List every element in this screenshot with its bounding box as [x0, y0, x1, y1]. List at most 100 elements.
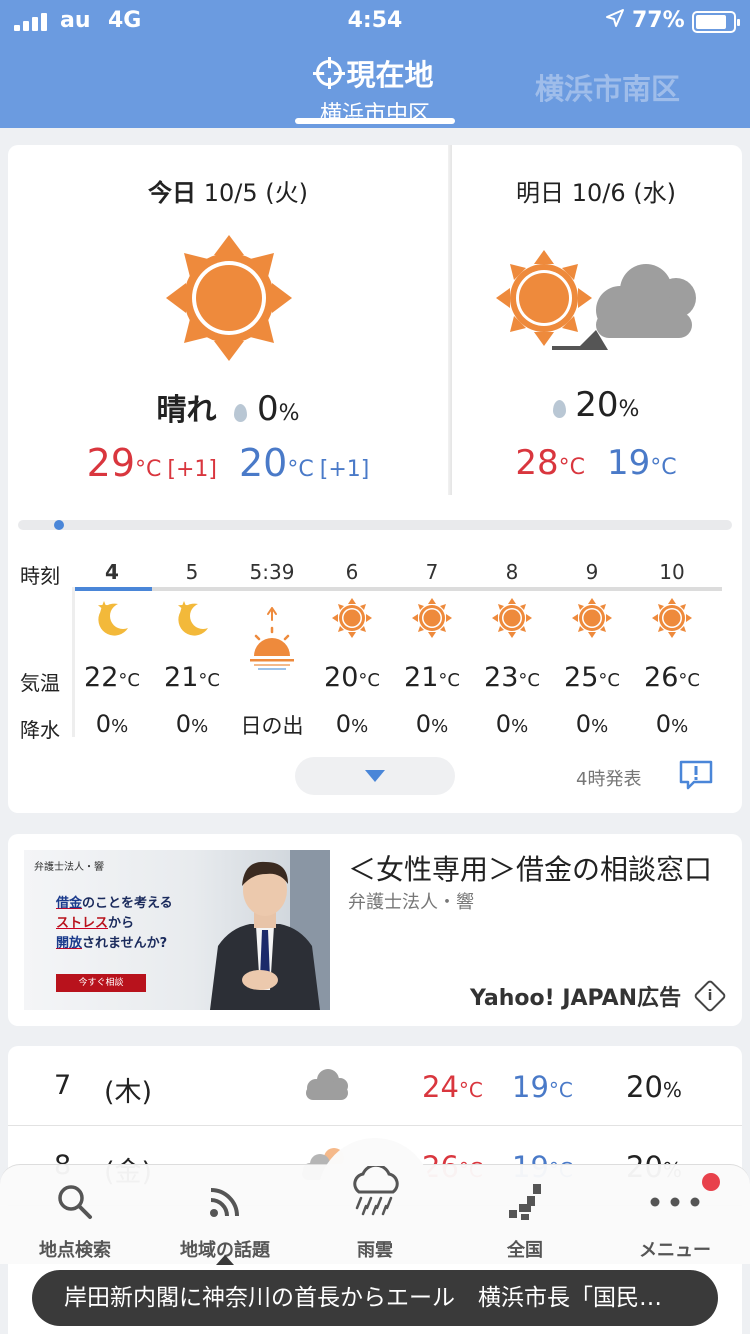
row-label-time: 時刻 [20, 564, 60, 588]
tab-minami-ku[interactable]: 横浜市南区 [530, 66, 685, 108]
weekly-precip: 20% [626, 1070, 682, 1104]
location-arrow-icon [605, 8, 625, 34]
moon-icon [92, 598, 132, 638]
sun-then-cloudy-icon [496, 250, 696, 350]
tomorrow-date: 10/6 (水) [571, 179, 676, 207]
crosshair-icon [313, 57, 346, 89]
hourly-column: 5:39 日の出 [232, 550, 312, 740]
nav-item-4[interactable]: 全国 [450, 1170, 600, 1261]
weekly-day: 7 [54, 1070, 72, 1101]
cloud-icon [300, 1064, 350, 1106]
hourly-scrubber[interactable] [18, 520, 732, 530]
tomorrow-panel: 明日 10/6 (水) 20% 28°C 19°C [450, 145, 742, 495]
scrubber-knob[interactable] [54, 520, 64, 530]
hourly-column: 8 23°C 0% [472, 550, 552, 740]
app-header: au 4G 4:54 77% 現在地 横浜市中区 横浜市南区 [0, 0, 750, 128]
hour-precip: 0% [95, 710, 129, 738]
expand-hourly-button[interactable] [295, 757, 455, 795]
nav-item-3[interactable]: 雨雲 [300, 1163, 450, 1261]
today-low: 20°C [+1] [239, 441, 370, 485]
hourly-column: 10 26°C 0% [632, 550, 712, 740]
status-bar: au 4G 4:54 77% [0, 6, 750, 36]
hour-temp: 21°C [404, 662, 460, 693]
hour-precip: 0% [335, 710, 369, 738]
battery-icon [692, 11, 740, 33]
ad-advertiser: 弁護士法人・響 [348, 892, 474, 913]
hour-precip: 0% [175, 710, 209, 738]
rain-cloud-icon [345, 1163, 405, 1218]
ad-source: Yahoo! JAPAN広告 [470, 986, 682, 1011]
ad-cta: 今すぐ相談 [56, 974, 146, 992]
hour-label: 7 [425, 560, 439, 584]
today-label: 今日 [148, 179, 197, 207]
today-precip: 0% [234, 389, 300, 429]
today-high: 29°C [+1] [86, 441, 217, 485]
today-title: 今日 10/5 (火) [8, 173, 448, 208]
ad-logo: 弁護士法人・響 [34, 862, 104, 873]
hourly-column: 7 21°C 0% [392, 550, 472, 740]
battery-percent: 77% [632, 8, 685, 33]
row-label-precip: 降水 [20, 718, 60, 742]
forecast-card: 今日 10/5 (火) 晴れ 0% 29°C [+1] 20°C[+1] 明日 … [8, 145, 742, 813]
ticker-pointer [216, 1255, 234, 1265]
hour-label: 6 [345, 560, 359, 584]
nav-item-1[interactable]: 地点検索 [0, 1170, 150, 1261]
weekly-row[interactable]: 7 (木) 24°C 19°C 20% [8, 1046, 742, 1126]
hour-label: 9 [585, 560, 599, 584]
ad-title[interactable]: ＜女性専用＞借金の相談窓口 [348, 848, 712, 888]
search-icon [55, 1182, 95, 1222]
sun-icon [166, 235, 292, 361]
hour-temp: 26°C [644, 662, 700, 693]
sun-icon [332, 598, 372, 638]
report-icon[interactable] [678, 759, 714, 791]
hour-temp: 21°C [164, 662, 220, 693]
weekly-high: 24°C [422, 1070, 483, 1104]
sunrise-icon [244, 606, 300, 676]
nav-item-5[interactable]: メニュー [600, 1170, 750, 1261]
hour-temp: 25°C [564, 662, 620, 693]
today-panel: 今日 10/5 (火) 晴れ 0% 29°C [+1] 20°C[+1] [8, 145, 448, 495]
hourly-column: 9 25°C 0% [552, 550, 632, 740]
japan-map-icon [505, 1182, 545, 1222]
hour-precip: 0% [415, 710, 449, 738]
ad-info-icon[interactable]: i [693, 979, 727, 1013]
hour-precip: 0% [495, 710, 529, 738]
hour-label: 8 [505, 560, 519, 584]
hourly-column: 4 22°C 0% [72, 550, 152, 740]
news-ticker[interactable]: 岸田新内閣に神奈川の首長からエール 横浜市長「国民… [32, 1270, 718, 1326]
hour-label: 5 [185, 560, 199, 584]
rss-icon [205, 1182, 245, 1222]
hour-label: 4 [105, 560, 119, 584]
tomorrow-high: 28°C [515, 443, 585, 483]
sun-icon [412, 598, 452, 638]
ad-copy: 借金のことを考える ストレスから 開放されませんか? [56, 896, 173, 951]
ad-image[interactable]: 弁護士法人・響 借金のことを考える ストレスから 開放されませんか? 今すぐ相談 [24, 850, 330, 1010]
raindrop-icon [552, 400, 566, 418]
tomorrow-label: 明日 [516, 179, 565, 207]
ad-card[interactable]: 弁護士法人・響 借金のことを考える ストレスから 開放されませんか? 今すぐ相談… [8, 834, 742, 1026]
moon-icon [172, 598, 212, 638]
hour-precip: 0% [655, 710, 689, 738]
hour-temp: 22°C [84, 662, 140, 693]
hour-temp: 23°C [484, 662, 540, 693]
active-tab-indicator [295, 118, 455, 124]
today-condition: 晴れ [156, 393, 217, 428]
hour-label: 10 [659, 560, 685, 584]
tomorrow-low: 19°C [607, 443, 677, 483]
sun-icon [652, 598, 692, 638]
nav-label: 地点検索 [39, 1240, 111, 1261]
nav-label: メニュー [639, 1240, 711, 1261]
notification-badge [702, 1173, 720, 1191]
tomorrow-precip: 20% [552, 385, 639, 425]
tab-current-title: 現在地 [346, 58, 434, 92]
sun-icon [572, 598, 612, 638]
tomorrow-title: 明日 10/6 (水) [450, 173, 742, 208]
nav-label: 全国 [507, 1240, 543, 1261]
nav-item-2[interactable]: 地域の話題 [150, 1170, 300, 1261]
hourly-column: 6 20°C 0% [312, 550, 392, 740]
ad-person-image [210, 850, 330, 1010]
more-icon [645, 1192, 705, 1212]
tab-current-location[interactable]: 現在地 横浜市中区 [295, 52, 455, 128]
hourly-forecast[interactable]: 時刻 気温 降水 4 22°C 0% 5 21°C 0% 5:39 日の出 6 20°C 0… [8, 550, 742, 750]
hour-label: 5:39 [249, 560, 295, 584]
